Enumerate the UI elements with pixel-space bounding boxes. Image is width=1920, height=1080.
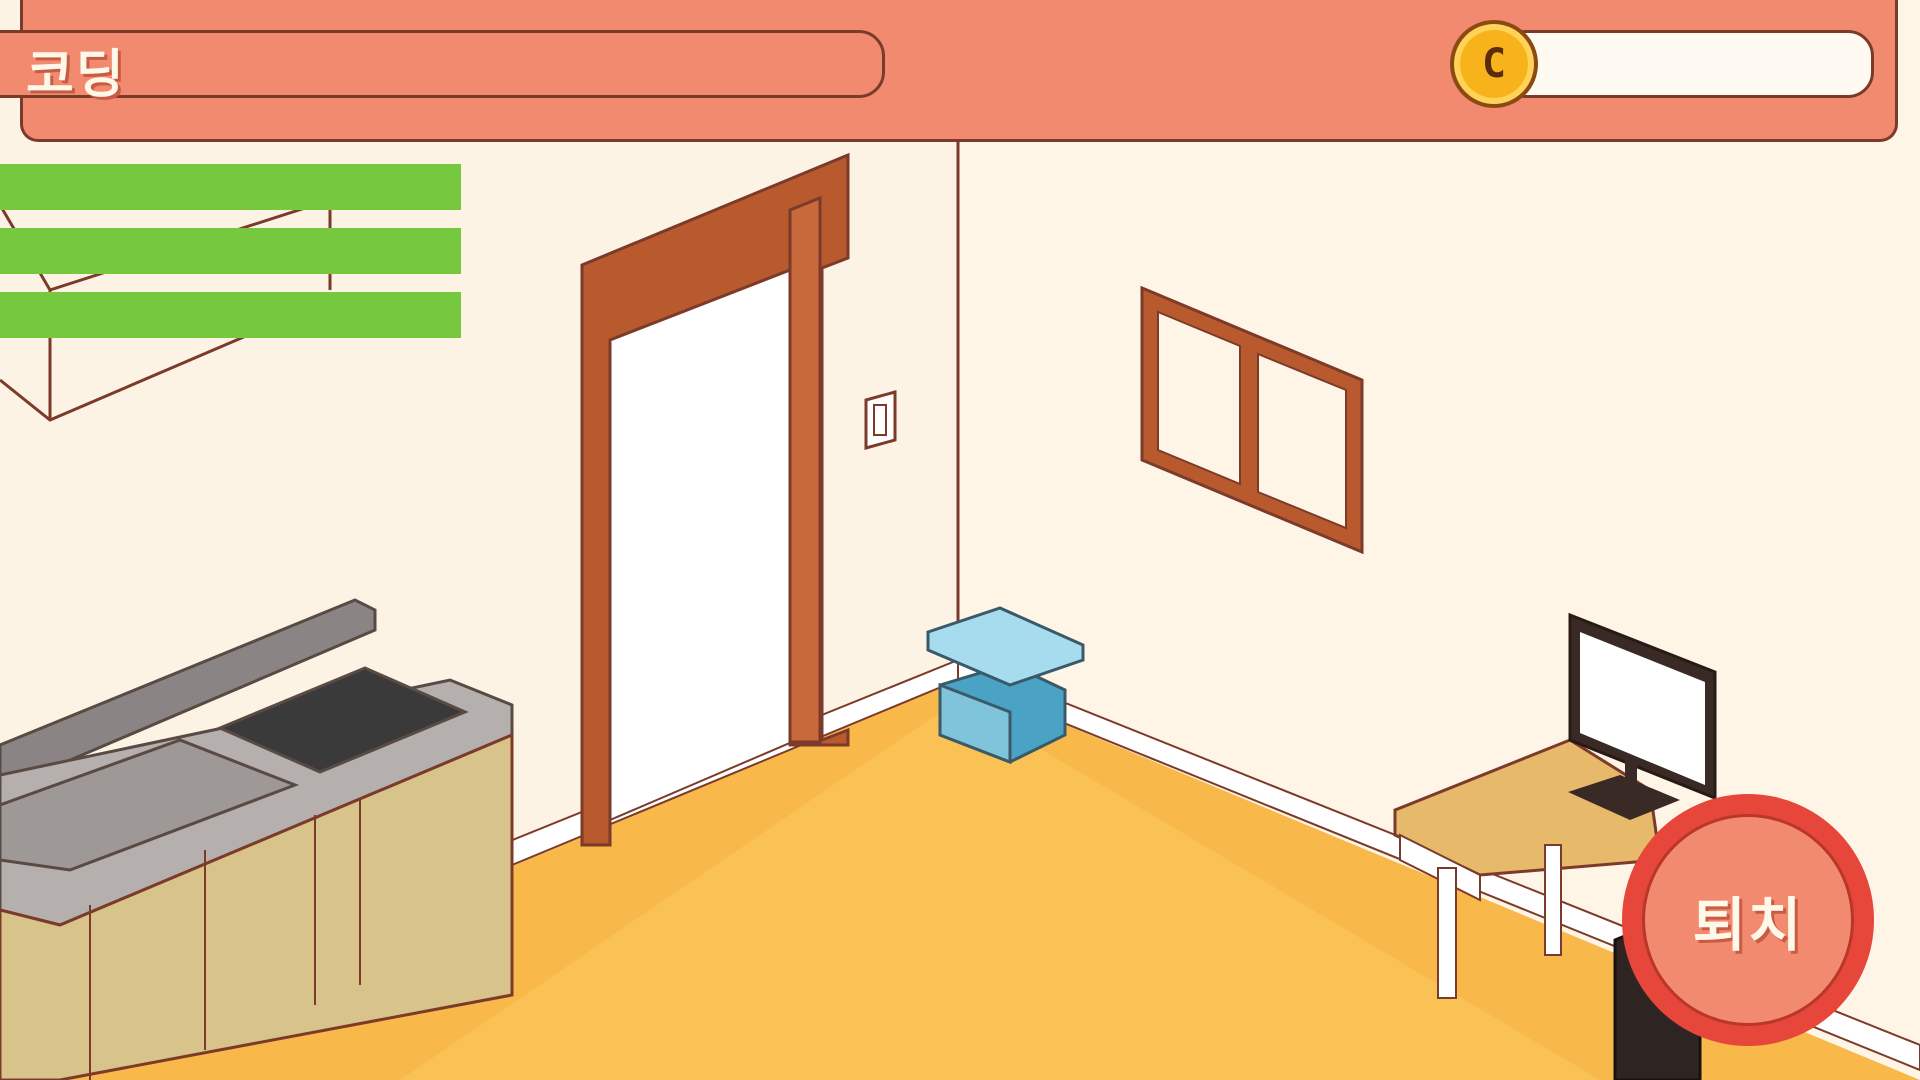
coin-icon: C [1450,20,1538,108]
quit-button-face[interactable]: 퇴치 [1642,814,1854,1026]
light-switch [864,390,897,450]
coin-counter [1500,30,1874,98]
status-bar-fill [0,292,461,338]
activity-label: 코딩 [26,45,126,105]
status-bar [0,228,461,274]
status-bar [0,164,461,210]
game-screen: 코딩 C 퇴치 [0,0,1920,1080]
status-bars [0,164,461,356]
status-bar-fill [0,228,461,274]
status-bar-fill [0,164,461,210]
quit-button[interactable]: 퇴치 [1622,794,1874,1046]
status-bar [0,292,461,338]
activity-field [0,30,885,98]
quit-button-label: 퇴치 [1692,891,1804,959]
door [580,152,850,847]
coin-symbol: C [1481,41,1507,87]
